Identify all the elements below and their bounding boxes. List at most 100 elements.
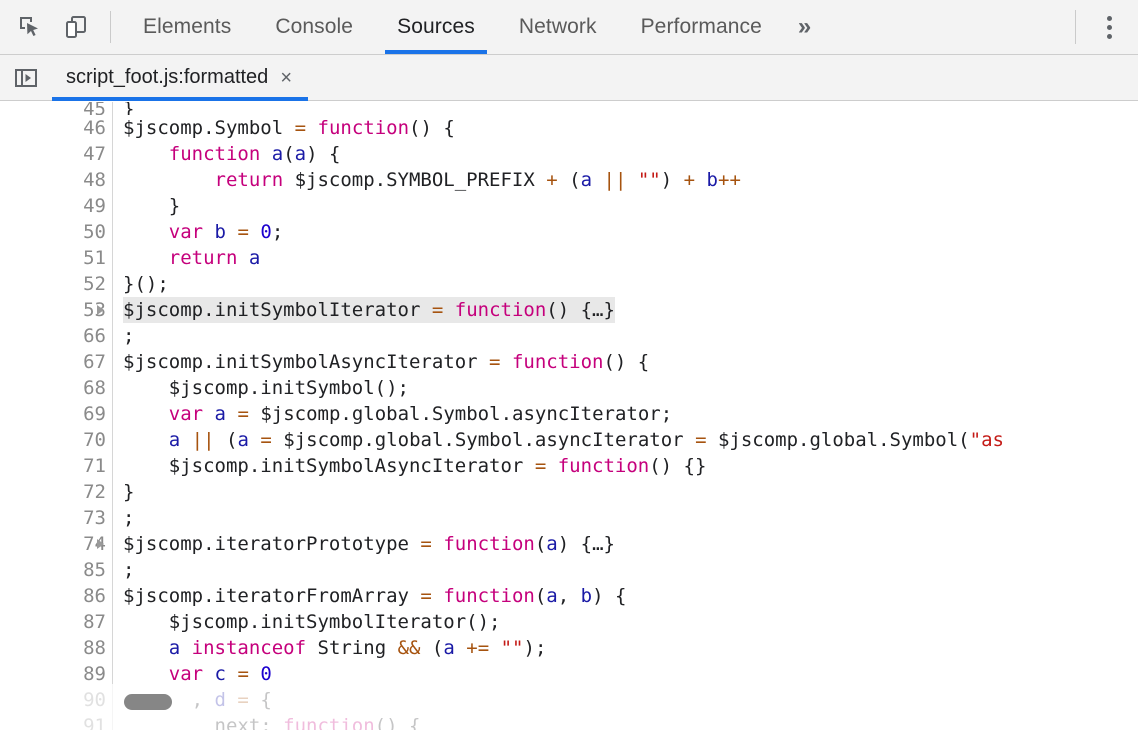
line-gutter[interactable]: 66 bbox=[0, 323, 113, 349]
file-tab-script-foot[interactable]: script_foot.js:formatted × bbox=[52, 55, 308, 100]
line-gutter[interactable]: 52 bbox=[0, 271, 113, 297]
code-token: function bbox=[512, 351, 604, 373]
code-token: = bbox=[295, 117, 306, 139]
code-line[interactable]: 46$jscomp.Symbol = function() { bbox=[0, 115, 1138, 141]
code-line[interactable]: 72} bbox=[0, 479, 1138, 505]
code-line[interactable]: 71 $jscomp.initSymbolAsyncIterator = fun… bbox=[0, 453, 1138, 479]
code-line[interactable]: 51 return a bbox=[0, 245, 1138, 271]
code-line[interactable]: 70 a || (a = $jscomp.global.Symbol.async… bbox=[0, 427, 1138, 453]
code-token bbox=[180, 637, 191, 659]
close-icon[interactable]: × bbox=[280, 68, 292, 88]
code-line-text: , d = { bbox=[113, 687, 1138, 713]
line-gutter[interactable]: 91 bbox=[0, 713, 113, 730]
line-gutter[interactable]: 71 bbox=[0, 453, 113, 479]
code-line[interactable]: 53$jscomp.initSymbolIterator = function(… bbox=[0, 297, 1138, 323]
code-token bbox=[306, 117, 317, 139]
code-token bbox=[260, 143, 271, 165]
code-line[interactable]: 47 function a(a) { bbox=[0, 141, 1138, 167]
code-line[interactable]: 52}(); bbox=[0, 271, 1138, 297]
line-number: 86 bbox=[83, 583, 112, 609]
line-gutter[interactable]: 45 bbox=[0, 102, 113, 115]
line-gutter[interactable]: 73 bbox=[0, 505, 113, 531]
line-gutter[interactable]: 90 bbox=[0, 687, 113, 713]
line-gutter[interactable]: 48 bbox=[0, 167, 113, 193]
code-line[interactable]: 91 next: function() { bbox=[0, 713, 1138, 730]
code-line-text: $jscomp.Symbol = function() { bbox=[113, 115, 1138, 141]
code-token bbox=[123, 221, 169, 243]
code-token bbox=[123, 403, 169, 425]
more-tabs-chevron-icon[interactable]: » bbox=[784, 0, 825, 54]
source-code-editor[interactable]: 45}46$jscomp.Symbol = function() {47 fun… bbox=[0, 102, 1138, 730]
line-gutter[interactable]: 49 bbox=[0, 193, 113, 219]
tab-performance[interactable]: Performance bbox=[619, 0, 784, 54]
line-gutter[interactable]: 86 bbox=[0, 583, 113, 609]
line-gutter[interactable]: 68 bbox=[0, 375, 113, 401]
line-gutter[interactable]: 72 bbox=[0, 479, 113, 505]
code-line[interactable]: 45} bbox=[0, 102, 1138, 115]
code-token: = bbox=[420, 585, 431, 607]
line-gutter[interactable]: 53 bbox=[0, 297, 113, 323]
code-token bbox=[432, 585, 443, 607]
line-gutter[interactable]: 88 bbox=[0, 635, 113, 661]
line-number: 45 bbox=[83, 102, 112, 115]
code-token: 0 bbox=[260, 221, 271, 243]
code-line[interactable]: 49 } bbox=[0, 193, 1138, 219]
code-token: ( bbox=[535, 533, 546, 555]
code-token bbox=[180, 429, 191, 451]
code-token bbox=[123, 663, 169, 685]
horizontal-scrollbar[interactable] bbox=[124, 694, 172, 710]
code-token: $jscomp.iteratorFromArray bbox=[123, 585, 420, 607]
tab-sources[interactable]: Sources bbox=[375, 0, 497, 54]
code-token: + bbox=[684, 169, 695, 191]
line-gutter[interactable]: 47 bbox=[0, 141, 113, 167]
code-line[interactable]: 73; bbox=[0, 505, 1138, 531]
code-line[interactable]: 87 $jscomp.initSymbolIterator(); bbox=[0, 609, 1138, 635]
code-line[interactable]: 86$jscomp.iteratorFromArray = function(a… bbox=[0, 583, 1138, 609]
code-line[interactable]: 69 var a = $jscomp.global.Symbol.asyncIt… bbox=[0, 401, 1138, 427]
fold-expand-arrow-icon[interactable] bbox=[97, 305, 104, 315]
code-line[interactable]: 89 var c = 0 bbox=[0, 661, 1138, 687]
line-gutter[interactable]: 51 bbox=[0, 245, 113, 271]
code-line[interactable]: 74$jscomp.iteratorPrototype = function(a… bbox=[0, 531, 1138, 557]
tab-network[interactable]: Network bbox=[497, 0, 619, 54]
code-token: $jscomp.initSymbolAsyncIterator bbox=[123, 455, 535, 477]
code-token: function bbox=[169, 143, 261, 165]
line-gutter[interactable]: 69 bbox=[0, 401, 113, 427]
code-line[interactable]: 67$jscomp.initSymbolAsyncIterator = func… bbox=[0, 349, 1138, 375]
code-token: function bbox=[558, 455, 650, 477]
code-token: = bbox=[535, 455, 546, 477]
code-line[interactable]: 85; bbox=[0, 557, 1138, 583]
show-navigator-icon[interactable] bbox=[0, 55, 52, 100]
code-line[interactable]: 88 a instanceof String && (a += ""); bbox=[0, 635, 1138, 661]
code-line[interactable]: 66; bbox=[0, 323, 1138, 349]
code-line-list: 45}46$jscomp.Symbol = function() {47 fun… bbox=[0, 102, 1138, 730]
line-number: 88 bbox=[83, 635, 112, 661]
line-gutter[interactable]: 85 bbox=[0, 557, 113, 583]
tab-console-label: Console bbox=[275, 15, 353, 39]
tab-elements[interactable]: Elements bbox=[121, 0, 253, 54]
code-token: return bbox=[169, 247, 238, 269]
code-token: $jscomp.Symbol bbox=[123, 117, 295, 139]
line-gutter[interactable]: 89 bbox=[0, 661, 113, 687]
line-gutter[interactable]: 67 bbox=[0, 349, 113, 375]
line-gutter[interactable]: 50 bbox=[0, 219, 113, 245]
code-token bbox=[123, 637, 169, 659]
code-token: a bbox=[249, 247, 260, 269]
fold-expand-arrow-icon[interactable] bbox=[97, 539, 104, 549]
device-toolbar-icon[interactable] bbox=[56, 7, 96, 47]
code-line[interactable]: 50 var b = 0; bbox=[0, 219, 1138, 245]
code-line-text: $jscomp.initSymbolIterator(); bbox=[113, 609, 1138, 635]
line-gutter[interactable]: 74 bbox=[0, 531, 113, 557]
code-token: c bbox=[215, 663, 226, 685]
inspect-element-icon[interactable] bbox=[10, 7, 50, 47]
code-line[interactable]: 68 $jscomp.initSymbol(); bbox=[0, 375, 1138, 401]
tab-console[interactable]: Console bbox=[253, 0, 375, 54]
code-token: a bbox=[272, 143, 283, 165]
code-token bbox=[123, 143, 169, 165]
line-gutter[interactable]: 87 bbox=[0, 609, 113, 635]
line-gutter[interactable]: 46 bbox=[0, 115, 113, 141]
code-line[interactable]: 48 return $jscomp.SYMBOL_PREFIX + (a || … bbox=[0, 167, 1138, 193]
code-token bbox=[203, 663, 214, 685]
kebab-menu-icon[interactable] bbox=[1094, 5, 1124, 49]
line-gutter[interactable]: 70 bbox=[0, 427, 113, 453]
